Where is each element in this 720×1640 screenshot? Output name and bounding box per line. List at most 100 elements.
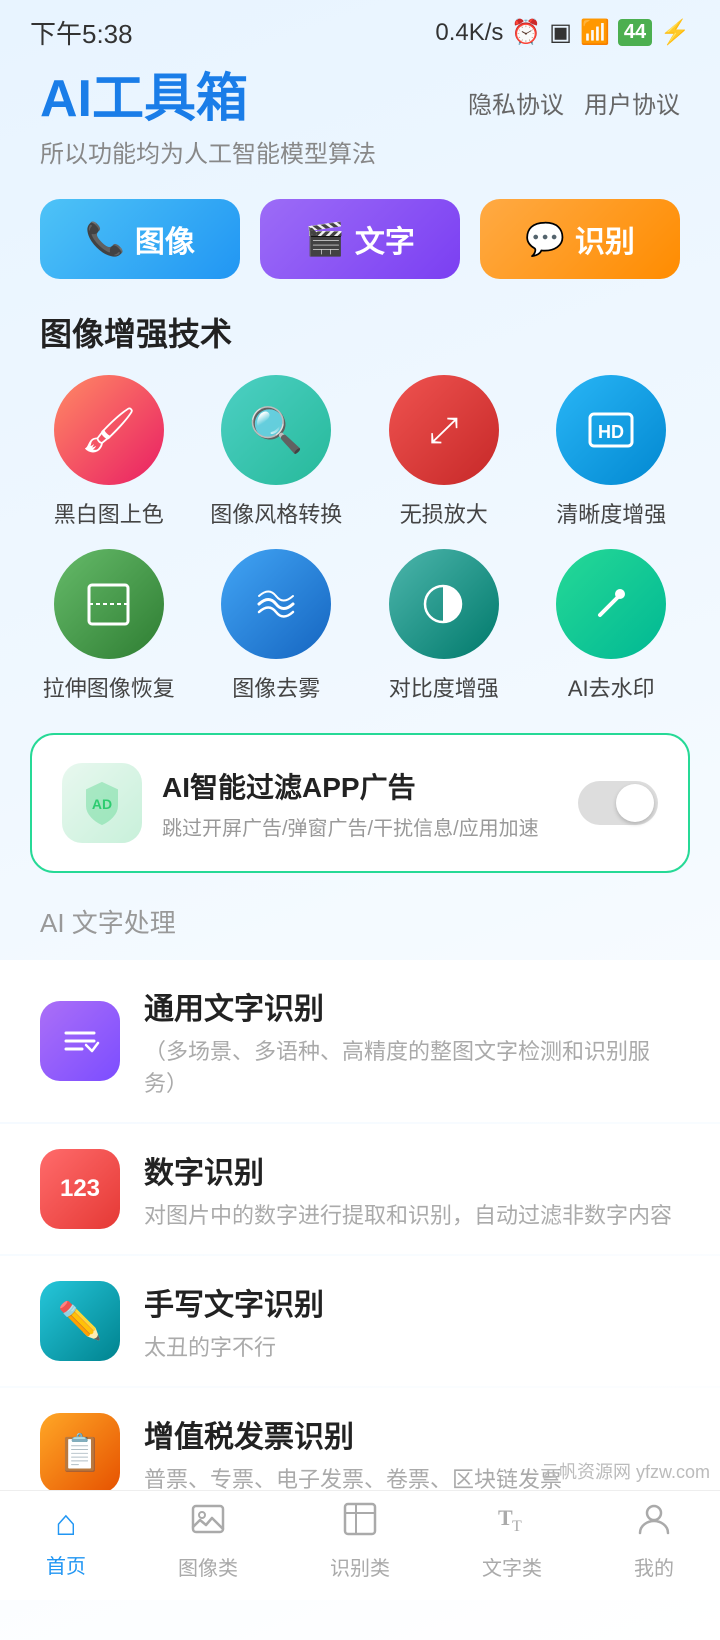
handwriting-ocr-text: 手写文字识别 太丑的字不行 bbox=[144, 1280, 324, 1362]
nav-image[interactable]: 图像类 bbox=[178, 1501, 238, 1581]
privacy-link[interactable]: 隐私协议 bbox=[468, 85, 564, 120]
number-ocr-text: 数字识别 对图片中的数字进行提取和识别，自动过滤非数字内容 bbox=[144, 1148, 672, 1230]
dehaze-item[interactable]: 图像去雾 bbox=[198, 549, 356, 703]
texttype-nav-icon: T T bbox=[494, 1501, 530, 1546]
colorize-icon: 🖌 bbox=[54, 375, 164, 485]
nav-home-label: 首页 bbox=[46, 1550, 86, 1579]
enlarge-item[interactable]: ⤢ 无损放大 bbox=[365, 375, 523, 529]
handwriting-ocr-icon: ✏️ bbox=[40, 1281, 120, 1361]
sharpen-item[interactable]: HD 清晰度增强 bbox=[533, 375, 691, 529]
text-btn-label: 文字 bbox=[355, 217, 415, 261]
identify-nav-icon bbox=[342, 1501, 378, 1546]
general-ocr-desc: （多场景、多语种、高精度的整图文字检测和识别服务） bbox=[144, 1034, 680, 1098]
ad-subtitle: 跳过开屏广告/弹窗广告/干扰信息/应用加速 bbox=[162, 812, 558, 841]
style-icon: 🔍 bbox=[221, 375, 331, 485]
sharpen-icon: HD bbox=[556, 375, 666, 485]
identify-btn-icon: 💬 bbox=[525, 220, 565, 258]
colorize-item[interactable]: 🖌 黑白图上色 bbox=[30, 375, 188, 529]
general-ocr-text: 通用文字识别 （多场景、多语种、高精度的整图文字检测和识别服务） bbox=[144, 984, 680, 1098]
nav-texttype[interactable]: T T 文字类 bbox=[482, 1501, 542, 1581]
number-ocr-title: 数字识别 bbox=[144, 1148, 672, 1192]
nav-identify-label: 识别类 bbox=[330, 1552, 390, 1581]
app-title: AI工具箱 bbox=[40, 71, 376, 128]
restore-item[interactable]: 拉伸图像恢复 bbox=[30, 549, 188, 703]
charging-icon: ⚡ bbox=[660, 18, 690, 47]
identify-btn-label: 识别 bbox=[575, 217, 635, 261]
watermark-item[interactable]: AI去水印 bbox=[533, 549, 691, 703]
nav-mine[interactable]: 我的 bbox=[634, 1501, 674, 1581]
battery-indicator: 44 bbox=[618, 19, 652, 46]
general-ocr-icon bbox=[40, 1001, 120, 1081]
restore-label: 拉伸图像恢复 bbox=[43, 671, 175, 703]
image-section-title: 图像增强技术 bbox=[0, 309, 720, 375]
nav-image-label: 图像类 bbox=[178, 1552, 238, 1581]
ai-text-list: 通用文字识别 （多场景、多语种、高精度的整图文字检测和识别服务） 123 数字识… bbox=[0, 960, 720, 1518]
text-category-button[interactable]: 🎬 文字 bbox=[260, 199, 460, 279]
mine-nav-icon bbox=[636, 1501, 672, 1546]
ad-icon: AD bbox=[62, 763, 142, 843]
image-icon-grid: 🖌 黑白图上色 🔍 图像风格转换 ⤢ 无损放大 HD 清晰度增强 拉伸图像恢复 bbox=[0, 375, 720, 733]
image-category-button[interactable]: 📞 图像 bbox=[40, 199, 240, 279]
header: AI工具箱 所以功能均为人工智能模型算法 隐私协议 用户协议 bbox=[0, 61, 720, 189]
number-ocr-desc: 对图片中的数字进行提取和识别，自动过滤非数字内容 bbox=[144, 1198, 672, 1230]
network-speed: 0.4K/s bbox=[435, 19, 503, 47]
enlarge-icon: ⤢ bbox=[389, 375, 499, 485]
ad-text: AI智能过滤APP广告 跳过开屏广告/弹窗广告/干扰信息/应用加速 bbox=[162, 766, 558, 841]
identify-category-button[interactable]: 💬 识别 bbox=[480, 199, 680, 279]
status-right: 0.4K/s ⏰ ▣ 📶 44 ⚡ bbox=[435, 18, 690, 47]
ai-section-title: AI 文字处理 bbox=[0, 903, 720, 960]
toggle-knob bbox=[616, 784, 654, 822]
bottom-nav: ⌂ 首页 图像类 识别类 T T 文字类 bbox=[0, 1490, 720, 1600]
contrast-icon bbox=[389, 549, 499, 659]
app-subtitle: 所以功能均为人工智能模型算法 bbox=[40, 134, 376, 169]
image-btn-label: 图像 bbox=[135, 217, 195, 261]
number-ocr-icon: 123 bbox=[40, 1149, 120, 1229]
svg-text:T: T bbox=[498, 1505, 513, 1530]
style-label: 图像风格转换 bbox=[210, 497, 342, 529]
watermark: 云帆资源网 yfzw.com bbox=[541, 1458, 710, 1484]
style-item[interactable]: 🔍 图像风格转换 bbox=[198, 375, 356, 529]
image-btn-icon: 📞 bbox=[85, 220, 125, 258]
enlarge-label: 无损放大 bbox=[400, 497, 488, 529]
contrast-item[interactable]: 对比度增强 bbox=[365, 549, 523, 703]
wifi-icon: 📶 bbox=[580, 18, 610, 47]
handwriting-ocr-desc: 太丑的字不行 bbox=[144, 1330, 324, 1362]
home-icon: ⌂ bbox=[55, 1502, 77, 1544]
status-bar: 下午5:38 0.4K/s ⏰ ▣ 📶 44 ⚡ bbox=[0, 0, 720, 61]
handwriting-ocr-title: 手写文字识别 bbox=[144, 1280, 324, 1324]
svg-text:HD: HD bbox=[598, 422, 624, 442]
alarm-icon: ⏰ bbox=[511, 18, 541, 47]
text-btn-icon: 🎬 bbox=[305, 220, 345, 258]
invoice-ocr-icon: 📋 bbox=[40, 1413, 120, 1493]
restore-icon bbox=[54, 549, 164, 659]
header-left: AI工具箱 所以功能均为人工智能模型算法 bbox=[40, 71, 376, 169]
ad-filter-toggle[interactable] bbox=[578, 781, 658, 825]
image-nav-icon bbox=[190, 1501, 226, 1546]
watermark-icon bbox=[556, 549, 666, 659]
svg-text:AD: AD bbox=[92, 796, 112, 812]
dehaze-icon bbox=[221, 549, 331, 659]
general-ocr-item[interactable]: 通用文字识别 （多场景、多语种、高精度的整图文字检测和识别服务） bbox=[0, 960, 720, 1122]
nav-mine-label: 我的 bbox=[634, 1552, 674, 1581]
nav-texttype-label: 文字类 bbox=[482, 1552, 542, 1581]
ad-title: AI智能过滤APP广告 bbox=[162, 766, 558, 806]
ad-card: AD AI智能过滤APP广告 跳过开屏广告/弹窗广告/干扰信息/应用加速 bbox=[30, 733, 690, 873]
dehaze-label: 图像去雾 bbox=[232, 671, 320, 703]
colorize-label: 黑白图上色 bbox=[54, 497, 164, 529]
sharpen-label: 清晰度增强 bbox=[556, 497, 666, 529]
user-link[interactable]: 用户协议 bbox=[584, 85, 680, 120]
watermark-label: AI去水印 bbox=[568, 671, 655, 703]
nav-identify[interactable]: 识别类 bbox=[330, 1501, 390, 1581]
category-buttons: 📞 图像 🎬 文字 💬 识别 bbox=[0, 189, 720, 309]
general-ocr-title: 通用文字识别 bbox=[144, 984, 680, 1028]
invoice-ocr-text: 增值税发票识别 普票、专票、电子发票、卷票、区块链发票 bbox=[144, 1412, 562, 1494]
screen-record-icon: ▣ bbox=[549, 18, 572, 47]
svg-text:T: T bbox=[512, 1518, 522, 1535]
header-right[interactable]: 隐私协议 用户协议 bbox=[468, 85, 680, 120]
invoice-ocr-title: 增值税发票识别 bbox=[144, 1412, 562, 1456]
contrast-label: 对比度增强 bbox=[389, 671, 499, 703]
status-time: 下午5:38 bbox=[30, 14, 133, 51]
number-ocr-item[interactable]: 123 数字识别 对图片中的数字进行提取和识别，自动过滤非数字内容 bbox=[0, 1124, 720, 1254]
handwriting-ocr-item[interactable]: ✏️ 手写文字识别 太丑的字不行 bbox=[0, 1256, 720, 1386]
nav-home[interactable]: ⌂ 首页 bbox=[46, 1502, 86, 1579]
